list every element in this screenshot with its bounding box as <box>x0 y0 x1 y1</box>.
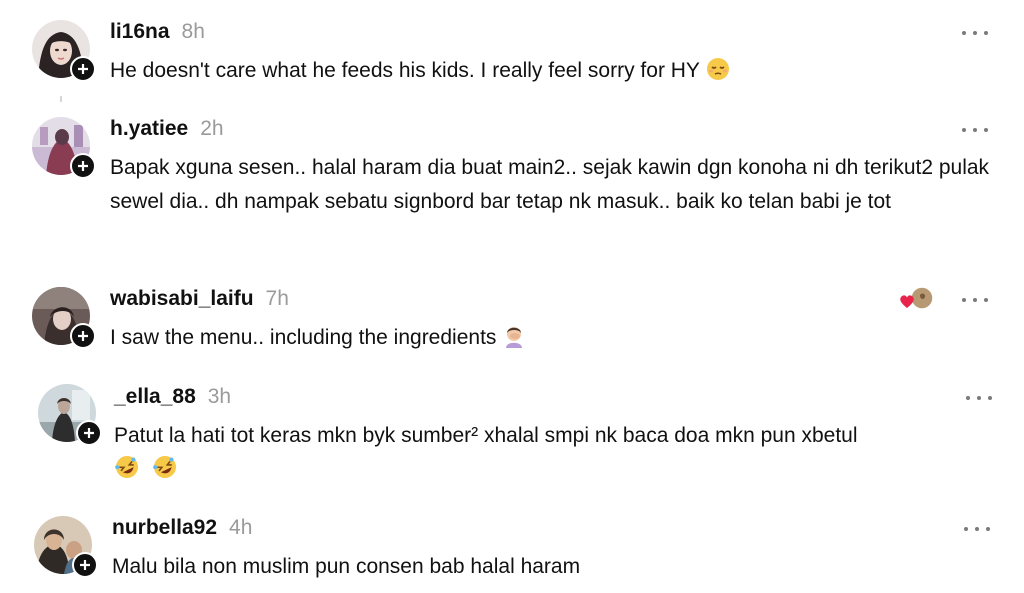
comment-body: I saw the menu.. including the ingredien… <box>110 326 497 349</box>
person-facepalming-icon <box>502 324 526 359</box>
username[interactable]: nurbella92 <box>112 516 217 540</box>
username[interactable]: _ella_88 <box>114 385 196 409</box>
pensive-face-icon <box>706 57 730 92</box>
more-options-icon[interactable] <box>964 524 990 534</box>
timestamp: 7h <box>265 287 289 310</box>
avatar[interactable] <box>34 516 98 578</box>
avatar[interactable] <box>38 384 102 446</box>
creator-liked-icon <box>898 286 936 317</box>
comment-text: I saw the menu.. including the ingredien… <box>110 321 930 359</box>
comment-text: Malu bila non muslim pun consen bab hala… <box>112 550 932 584</box>
emoji-row <box>114 453 994 491</box>
thread-connector-line <box>60 96 62 102</box>
more-options-icon[interactable] <box>962 295 988 305</box>
comment-header: nurbella92 4h <box>112 516 252 540</box>
comment-header: wabisabi_laifu 7h <box>110 287 289 311</box>
avatar[interactable] <box>32 20 96 82</box>
more-options-icon[interactable] <box>962 125 988 135</box>
comment-body: Malu bila non muslim pun consen bab hala… <box>112 555 581 578</box>
follow-plus-icon[interactable] <box>70 153 96 179</box>
comment-text: He doesn't care what he feeds his kids. … <box>110 54 930 92</box>
comment-header: h.yatiee 2h <box>110 117 224 141</box>
timestamp: 4h <box>229 516 253 539</box>
timestamp: 8h <box>181 20 205 43</box>
comment-body: Patut la hati tot keras mkn byk sumber² … <box>114 424 858 447</box>
username[interactable]: li16na <box>110 20 170 44</box>
comment-text: Patut la hati tot keras mkn byk sumber² … <box>114 419 994 491</box>
avatar[interactable] <box>32 117 96 179</box>
timestamp: 2h <box>200 117 224 140</box>
comment-header: li16na 8h <box>110 20 205 44</box>
more-options-icon[interactable] <box>966 393 992 403</box>
rolling-on-floor-laughing-icon <box>152 454 178 491</box>
comment-body: Bapak xguna sesen.. halal haram dia buat… <box>110 156 990 213</box>
comment-text: Bapak xguna sesen.. halal haram dia buat… <box>110 151 990 219</box>
rolling-on-floor-laughing-icon <box>114 454 140 491</box>
timestamp: 3h <box>207 385 232 408</box>
more-options-icon[interactable] <box>962 28 988 38</box>
follow-plus-icon[interactable] <box>72 552 98 578</box>
follow-plus-icon[interactable] <box>76 420 102 446</box>
follow-plus-icon[interactable] <box>70 323 96 349</box>
comment-body: He doesn't care what he feeds his kids. … <box>110 59 700 82</box>
username[interactable]: wabisabi_laifu <box>110 287 254 311</box>
username[interactable]: h.yatiee <box>110 117 188 141</box>
avatar[interactable] <box>32 287 96 349</box>
follow-plus-icon[interactable] <box>70 56 96 82</box>
comment-header: _ella_88 3h <box>114 385 231 409</box>
